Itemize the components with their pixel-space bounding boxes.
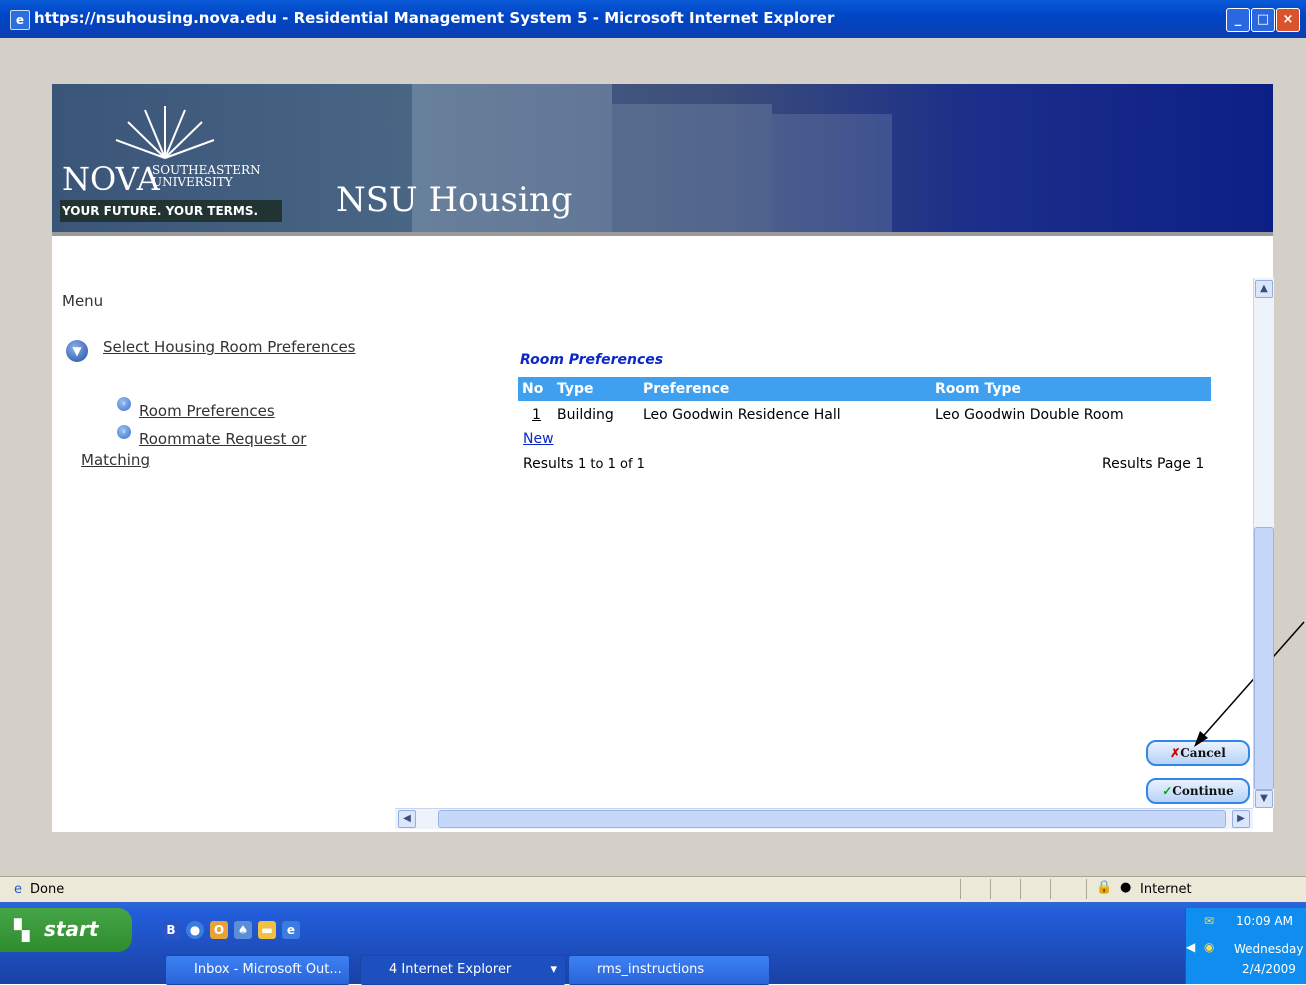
status-text: Done <box>30 882 65 897</box>
bullet-arrow-icon: › <box>117 397 131 411</box>
cancel-x-icon: ✗ <box>1170 746 1181 760</box>
banner-people-image <box>772 114 892 232</box>
mail-icon[interactable]: ✉ <box>1204 914 1214 928</box>
clock-time[interactable]: 10:09 AM <box>1236 914 1293 928</box>
results-range: 1 to 1 of 1 <box>578 457 645 472</box>
banner-divider <box>52 232 1273 236</box>
status-bar: e Done 🔒 ● Internet <box>0 876 1306 903</box>
clock-day: Wednesday <box>1234 942 1304 956</box>
scroll-left-icon[interactable]: ◀ <box>398 810 416 828</box>
vertical-scroll-thumb[interactable] <box>1254 527 1274 790</box>
globe-icon: ● <box>1120 880 1132 895</box>
tray-app-icon[interactable]: ◉ <box>1204 940 1214 954</box>
results-page: Results Page 1 <box>1102 456 1205 472</box>
column-header-no[interactable]: No <box>522 381 543 397</box>
annotation-arrow-icon <box>1194 621 1305 747</box>
start-label: start <box>44 917 99 941</box>
clock-date: 2/4/2009 <box>1242 962 1296 976</box>
menu-heading: Menu <box>62 292 104 310</box>
row-preference: Leo Goodwin Residence Hall <box>643 407 841 423</box>
window-title: https://nsuhousing.nova.edu - Residentia… <box>34 9 835 27</box>
quicklaunch-media-icon[interactable]: ● <box>186 921 204 939</box>
system-tray: ✉ 10:09 AM ◀ ◉ Wednesday 2/4/2009 <box>1185 908 1306 984</box>
tray-expand-icon[interactable]: ◀ <box>1186 940 1195 954</box>
scroll-up-icon[interactable]: ▲ <box>1255 280 1273 298</box>
logo-nova: NOVA <box>62 160 160 198</box>
continue-button[interactable]: ✓Continue <box>1146 778 1250 804</box>
new-preference-link[interactable]: New <box>523 431 554 447</box>
security-zone: Internet <box>1140 882 1192 897</box>
maximize-icon[interactable]: □ <box>1251 8 1275 32</box>
column-header-room-type[interactable]: Room Type <box>935 381 1021 397</box>
taskbar-outlook[interactable]: Inbox - Microsoft Out... <box>165 955 350 985</box>
preferences-table-header: No Type Preference Room Type <box>518 377 1211 401</box>
sunburst-logo-icon <box>115 106 215 159</box>
site-title: NSU Housing <box>336 180 573 220</box>
window-title-bar[interactable]: e https://nsuhousing.nova.edu - Resident… <box>0 0 1306 38</box>
row-type: Building <box>557 407 614 423</box>
lock-icon: 🔒 <box>1096 880 1113 895</box>
taskbar-internet-explorer[interactable]: 4 Internet Explorer ▾ <box>360 955 566 985</box>
room-preferences-title: Room Preferences <box>520 352 664 368</box>
column-header-type[interactable]: Type <box>557 381 594 397</box>
windows-logo-icon: ▚ <box>14 918 30 942</box>
chevron-down-icon: ▾ <box>550 962 557 977</box>
quicklaunch-ie-icon[interactable]: e <box>282 921 300 939</box>
scroll-right-icon[interactable]: ▶ <box>1232 810 1250 828</box>
row-room-type: Leo Goodwin Double Room <box>935 407 1124 423</box>
page-done-icon: e <box>14 882 22 897</box>
quicklaunch-b-icon[interactable]: B <box>162 921 180 939</box>
quicklaunch-folder-icon[interactable]: ▬ <box>258 921 276 939</box>
start-button[interactable]: ▚ start <box>0 908 132 952</box>
column-header-preference[interactable]: Preference <box>643 381 729 397</box>
results-summary: Results 1 to 1 of 1 <box>523 456 645 472</box>
quicklaunch-app-icon[interactable]: ♠ <box>234 921 252 939</box>
row-number-link[interactable]: 1 <box>532 407 541 423</box>
logo-line-2: UNIVERSITY <box>152 175 233 189</box>
close-icon[interactable]: × <box>1276 8 1300 32</box>
taskbar-rms-instructions[interactable]: rms_instructions <box>568 955 770 985</box>
logo-tagline: YOUR FUTURE. YOUR TERMS. <box>62 204 259 218</box>
roommate-request-link[interactable]: Roommate Request or <box>139 430 306 448</box>
banner-building-image <box>612 104 772 232</box>
minimize-icon[interactable]: _ <box>1226 8 1250 32</box>
results-label: Results <box>523 456 574 472</box>
continue-check-icon: ✓ <box>1162 784 1173 798</box>
roommate-request-link-continued[interactable]: Matching <box>81 451 150 469</box>
scroll-down-icon[interactable]: ▼ <box>1255 790 1273 808</box>
table-row: 1 Building Leo Goodwin Residence Hall Le… <box>518 404 1211 426</box>
room-preferences-link[interactable]: Room Preferences <box>139 402 275 420</box>
logo-university-name: SOUTHEASTERN UNIVERSITY <box>152 164 261 188</box>
quicklaunch-outlook-icon[interactable]: O <box>210 921 228 939</box>
horizontal-scroll-thumb[interactable] <box>438 810 1226 828</box>
section-arrow-icon: ▼ <box>66 340 88 362</box>
select-housing-room-preferences-link[interactable]: Select Housing Room Preferences <box>103 338 356 356</box>
ie-page-icon: e <box>10 10 30 30</box>
bullet-arrow-icon: › <box>117 425 131 439</box>
